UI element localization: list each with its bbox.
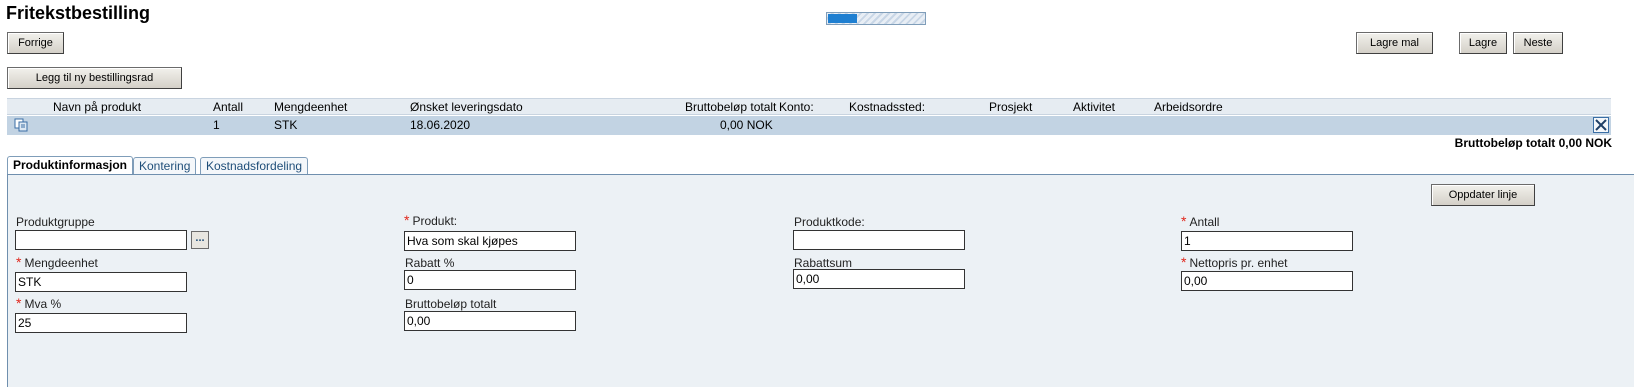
- vat-pct-label-text: Mva %: [24, 297, 62, 311]
- grid-header: Navn på produkt Antall Mengdeenhet Ønske…: [7, 98, 1611, 115]
- save-template-button[interactable]: Lagre mal: [1356, 32, 1433, 54]
- net-price-label: * Nettopris pr. enhet: [1181, 254, 1288, 270]
- col-activity[interactable]: Aktivitet: [1073, 100, 1115, 114]
- gross-total-label: Bruttobeløp totalt: [405, 297, 496, 311]
- save-button[interactable]: Lagre: [1459, 32, 1507, 54]
- quantity-label: * Antall: [1181, 213, 1219, 229]
- progress-fill: [828, 14, 858, 23]
- discount-sum-label-text: Rabattsum: [794, 256, 853, 270]
- cell-gross-total: 0,00 NOK: [720, 118, 773, 132]
- delete-row-icon[interactable]: [1593, 117, 1609, 133]
- product-group-input[interactable]: [15, 230, 187, 250]
- gross-total-input[interactable]: [404, 311, 576, 331]
- vat-pct-input[interactable]: [15, 313, 187, 333]
- quantity-input[interactable]: [1181, 231, 1353, 251]
- cell-quantity: 1: [213, 118, 220, 132]
- gross-total-label-text: Bruttobeløp totalt: [405, 297, 497, 311]
- net-price-input[interactable]: [1181, 271, 1353, 291]
- tab-accounting[interactable]: Kontering: [133, 157, 197, 174]
- cell-delivery-date: 18.06.2020: [410, 118, 471, 132]
- vat-pct-label: * Mva %: [16, 295, 61, 311]
- table-row[interactable]: 1 STK 18.06.2020 0,00 NOK: [7, 116, 1611, 135]
- product-code-label: Produktkode:: [794, 215, 865, 229]
- discount-pct-label: Rabatt %: [405, 256, 454, 270]
- discount-pct-input[interactable]: [404, 270, 576, 290]
- col-project[interactable]: Prosjekt: [989, 100, 1032, 114]
- copy-row-icon[interactable]: [13, 117, 29, 133]
- required-marker: *: [16, 295, 22, 311]
- page-title: Fritekstbestilling: [6, 3, 151, 23]
- update-line-button[interactable]: Oppdater linje: [1431, 184, 1535, 206]
- required-marker: *: [1181, 213, 1187, 229]
- previous-button[interactable]: Forrige: [7, 32, 64, 54]
- tab-cost-distribution[interactable]: Kostnadsfordeling: [200, 157, 309, 174]
- unit-input[interactable]: [15, 272, 187, 292]
- col-work-order[interactable]: Arbeidsordre: [1154, 100, 1223, 114]
- col-delivery-date[interactable]: Ønsket leveringsdato: [410, 100, 523, 114]
- product-label: * Produkt:: [404, 212, 457, 228]
- col-unit[interactable]: Mengdeenhet: [274, 100, 347, 114]
- discount-sum-label: Rabattsum: [794, 256, 852, 270]
- product-label-text: Produkt:: [412, 214, 458, 228]
- product-code-input[interactable]: [793, 230, 965, 250]
- col-quantity[interactable]: Antall: [213, 100, 243, 114]
- quantity-label-text: Antall: [1189, 215, 1220, 229]
- unit-label-text: Mengdeenhet: [24, 256, 98, 270]
- required-marker: *: [1181, 254, 1187, 270]
- product-group-label-text: Produktgruppe: [16, 215, 95, 229]
- col-gross-total[interactable]: Bruttobeløp totalt: [685, 100, 776, 114]
- add-order-row-button[interactable]: Legg til ny bestillingsrad: [7, 67, 182, 89]
- product-group-browse-button[interactable]: ...: [191, 231, 209, 249]
- tab-product-info[interactable]: Produktinformasjon: [7, 156, 134, 175]
- cell-unit: STK: [274, 118, 298, 132]
- product-input[interactable]: [404, 231, 576, 251]
- required-marker: *: [16, 254, 22, 270]
- discount-sum-input[interactable]: [793, 269, 965, 289]
- col-account[interactable]: Konto:: [779, 100, 814, 114]
- progress-bar: [826, 12, 926, 25]
- product-code-label-text: Produktkode:: [794, 215, 865, 229]
- grand-total-label: Bruttobeløp totalt 0,00 NOK: [1454, 136, 1612, 150]
- next-button[interactable]: Neste: [1513, 32, 1563, 54]
- discount-pct-label-text: Rabatt %: [405, 256, 455, 270]
- product-group-label: Produktgruppe: [16, 215, 95, 229]
- col-cost-center[interactable]: Kostnadssted:: [849, 100, 925, 114]
- net-price-label-text: Nettopris pr. enhet: [1189, 256, 1288, 270]
- required-marker: *: [404, 212, 410, 228]
- col-product-name[interactable]: Navn på produkt: [53, 100, 141, 114]
- unit-label: * Mengdeenhet: [16, 254, 98, 270]
